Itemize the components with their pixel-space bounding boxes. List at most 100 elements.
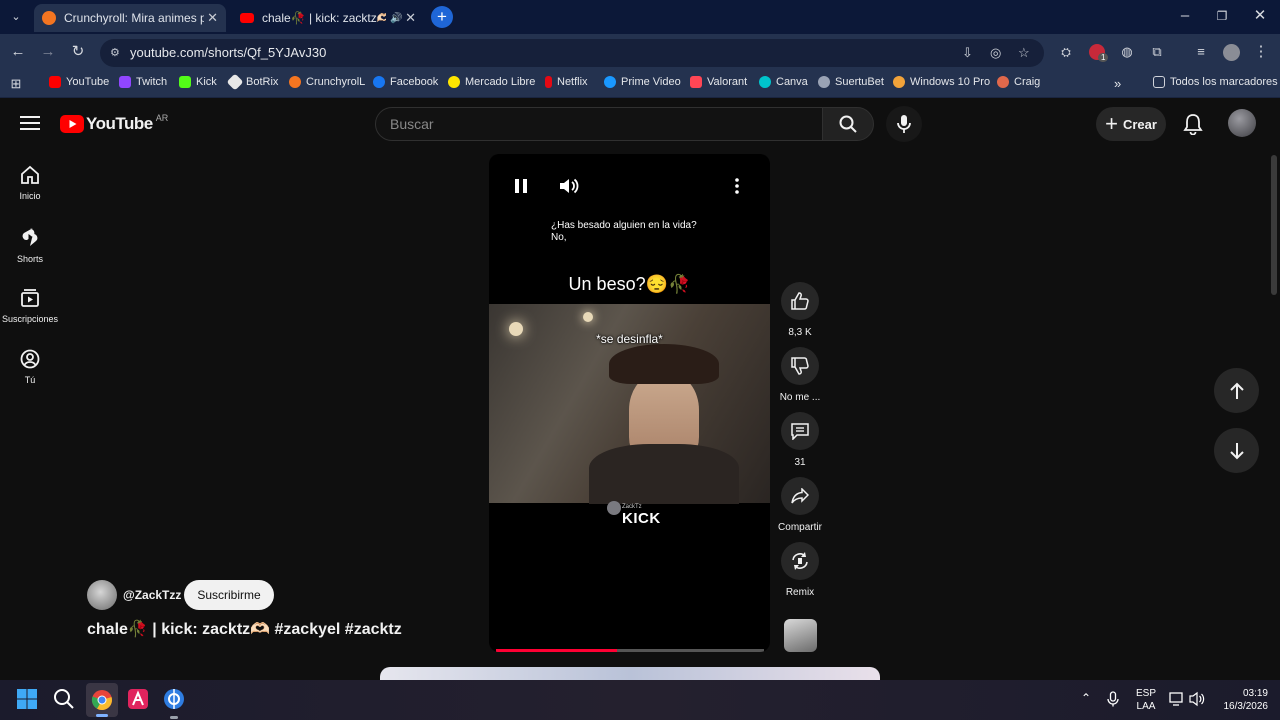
create-button[interactable]: + Crear [1096,107,1166,141]
next-short-preview[interactable] [380,667,880,680]
valorant-icon [690,76,702,88]
new-tab-button[interactable]: + [431,6,453,28]
bookmark-suertubet[interactable]: SuertuBet [818,76,884,88]
site-info-icon[interactable]: ⚙ [110,39,120,67]
share-icon [791,488,809,504]
extension-2-icon[interactable]: ◍ [1117,42,1137,62]
speaker-icon[interactable] [1189,691,1205,712]
clock[interactable]: 03:19 16/3/2026 [1212,687,1269,713]
bookmark-youtube[interactable]: YouTube [49,76,109,88]
like-button[interactable] [781,282,819,320]
youtube-logo[interactable]: YouTube AR [60,113,168,134]
sidebar-item-shorts[interactable]: Shorts [0,226,60,264]
bookmarks-bar: ⊞ YouTube Twitch Kick BotRix CrunchyrolL… [0,70,1280,98]
home-icon [21,165,39,184]
sidebar-item-subscriptions[interactable]: Suscripciones [0,288,60,324]
bookmark-twitch[interactable]: Twitch [119,76,167,88]
taskbar-network-app-icon[interactable] [163,688,187,719]
bookmark-windows10[interactable]: Windows 10 Pro [893,76,990,88]
bookmark-craig[interactable]: Craig [997,76,1040,88]
hamburger-menu-icon[interactable] [20,115,40,136]
minimize-icon[interactable]: – [1175,6,1195,26]
search-input[interactable]: Buscar [375,107,823,141]
tab-search-icon[interactable]: ⌄ [6,7,26,27]
previous-short-button[interactable] [1214,368,1259,413]
volume-icon[interactable] [559,177,579,200]
apps-grid-icon[interactable]: ⊞ [6,74,26,94]
bookmark-kick[interactable]: Kick [179,76,217,88]
taskbar-search-icon[interactable] [53,688,77,712]
restore-icon[interactable]: ❐ [1212,6,1232,26]
tab-crunchyroll[interactable]: Crunchyroll: Mira animes popul ✕ [34,4,226,32]
network-icon[interactable] [1169,691,1185,712]
close-window-icon[interactable]: ✕ [1250,6,1270,26]
arrow-down-icon [1229,442,1244,459]
extensions-puzzle-icon[interactable]: ⧉ [1147,42,1167,62]
remix-button[interactable] [781,542,819,580]
language-code: ESP [1136,688,1157,699]
voice-search-button[interactable] [886,106,922,142]
reload-icon[interactable]: ↻ [68,42,88,62]
subscribe-button[interactable]: Suscribirme [184,580,274,610]
channel-handle[interactable]: @ZackTzz [123,588,181,602]
audio-thumbnail[interactable] [784,619,817,652]
search-icon [839,115,857,133]
ceiling-light [583,312,593,322]
sidebar-item-home[interactable]: Inicio [0,165,60,201]
dislike-button[interactable] [781,347,819,385]
notifications-bell-icon[interactable] [1183,113,1203,140]
address-bar[interactable]: ⚙ youtube.com/shorts/Qf_5YJAvJ30 ⇩ ◎ ☆ [100,39,1044,67]
sidebar-item-you[interactable]: Tú [0,349,60,385]
caption-question: ¿Has besado alguien en la vida? [551,220,697,231]
tab-audio-icon[interactable]: 🔊 [390,13,402,24]
more-options-icon[interactable] [735,178,739,199]
close-tab-icon[interactable]: ✕ [405,10,416,26]
account-avatar[interactable] [1228,109,1256,137]
bookmark-label: Windows 10 Pro [910,76,991,88]
chrome-icon [91,690,112,711]
bookmark-botrix[interactable]: BotRix [226,73,278,91]
more-bookmarks-icon[interactable]: » [1114,76,1121,91]
channel-avatar[interactable] [87,580,117,610]
bookmark-star-icon[interactable]: ☆ [1018,39,1030,67]
chrome-menu-icon[interactable]: ⋮ [1251,42,1271,62]
share-button[interactable] [781,477,819,515]
all-bookmarks-folder[interactable]: Todos los marcadores [1153,76,1278,88]
bookmark-canva[interactable]: Canva [759,76,808,88]
next-short-button[interactable] [1214,428,1259,473]
install-app-icon[interactable]: ⇩ [962,39,973,67]
microphone-tray-icon[interactable] [1107,691,1119,712]
scrollbar[interactable] [1271,155,1277,295]
comments-button[interactable] [781,412,819,450]
taskbar-chrome-active[interactable] [86,683,118,717]
media-control-icon[interactable]: ≡ [1191,42,1211,62]
bookmark-netflix[interactable]: Netflix [545,76,588,88]
profile-extension-icon[interactable]: 1 [1089,44,1109,62]
search-button[interactable] [822,107,874,141]
back-icon[interactable]: ← [8,42,28,62]
bookmark-valorant[interactable]: Valorant [690,76,747,88]
input-language[interactable]: ESP LAA [1136,687,1156,713]
progress-bar[interactable] [496,649,764,652]
bookmark-prime-video[interactable]: Prime Video [604,76,681,88]
tracking-blocked-icon[interactable]: ◎ [990,39,1001,67]
taskbar-app-icon[interactable] [127,688,151,712]
show-hidden-icons-icon[interactable]: ⌃ [1081,691,1091,705]
windows-start-icon[interactable] [16,688,40,712]
bookmark-label: Mercado Libre [465,76,536,88]
bookmark-crunchyroll[interactable]: CrunchyrolL [289,76,365,88]
user-icon [20,349,40,369]
extension-icon[interactable]: ⛭ [1056,42,1076,62]
bookmark-mercado-libre[interactable]: Mercado Libre [448,76,535,88]
pause-icon[interactable] [514,178,528,199]
search-placeholder: Buscar [390,116,434,132]
short-video-player[interactable]: ¿Has besado alguien en la vida? No, Un b… [489,154,770,652]
tab-youtube-short[interactable]: chale🥀 | kick: zacktz🫶🏻 #z 🔊 ✕ [232,4,424,32]
profile-avatar[interactable] [1223,44,1240,61]
microphone-icon [897,115,911,133]
short-title[interactable]: chale🥀 | kick: zacktz🫶🏻 #zackyel #zacktz [87,619,402,639]
bookmark-facebook[interactable]: Facebook [373,76,438,88]
forward-icon[interactable]: → [38,42,58,62]
short-headline: Un beso?😔🥀 [568,274,691,294]
close-tab-icon[interactable]: ✕ [207,10,218,26]
